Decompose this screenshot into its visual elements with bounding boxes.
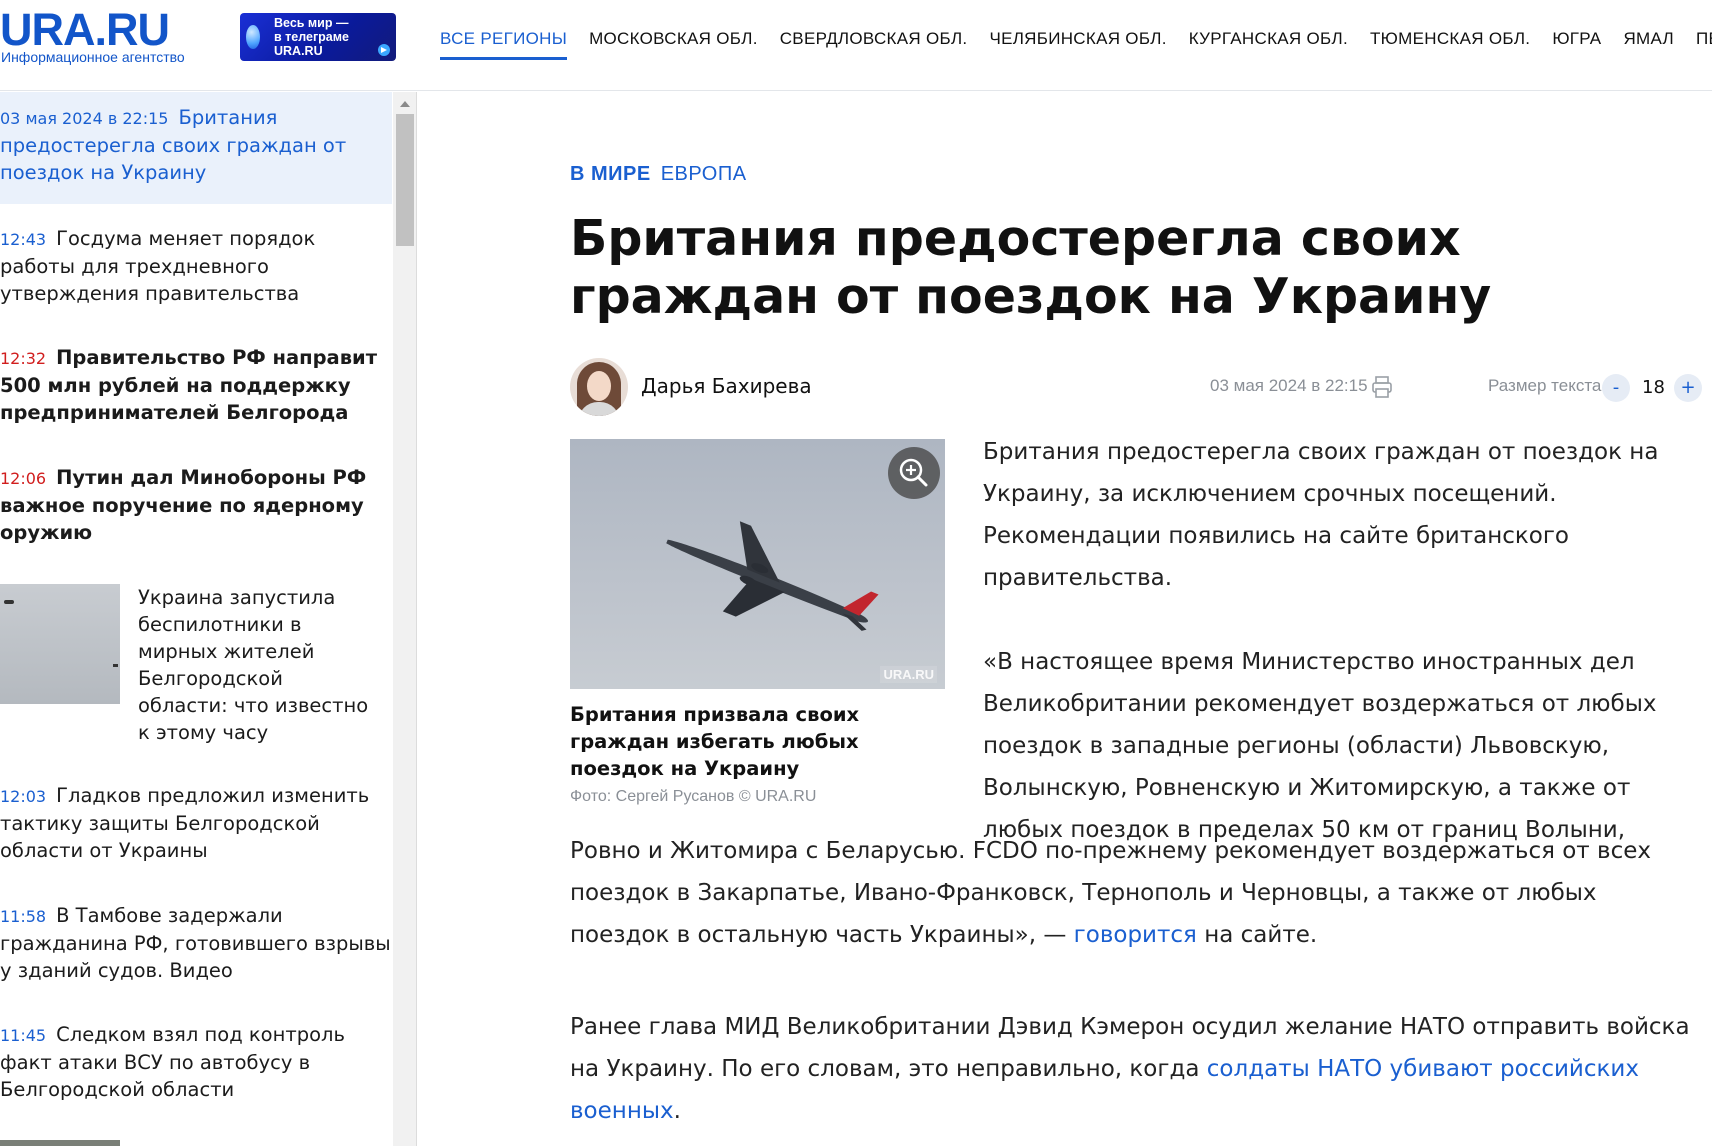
nav-item-yamal[interactable]: ЯМАЛ <box>1623 22 1674 58</box>
article-photo[interactable]: URA.RU <box>570 439 945 689</box>
list-item[interactable]: 12:06 Путин дал Минобороны РФ важное пору… <box>0 464 392 546</box>
publish-date: 03 мая 2024 в 22:15 <box>1210 376 1368 395</box>
paragraph-tail: . <box>673 1098 681 1124</box>
article-main: В МИРЕ ЕВРОПА Британия предостерегла свои… <box>418 92 1712 1146</box>
print-icon[interactable] <box>1370 375 1394 399</box>
list-item[interactable]: 03 мая 2024 в 22:15 Британия предостерегл… <box>0 92 392 204</box>
article-meta: Дарья Бахирева 03 мая 2024 в 22:15 Разме… <box>570 358 1712 418</box>
site-logo[interactable]: URA.RU Информационное агентство <box>0 6 200 66</box>
photo-credit: Фото: Сергей Русанов © URA.RU <box>570 788 817 805</box>
list-item[interactable]: 12:43 Госдума меняет порядок работы для т… <box>0 225 392 307</box>
news-title: Гладков предложил изменить тактику защит… <box>0 784 370 862</box>
news-time: 12:03 <box>0 787 47 806</box>
logo-wordmark: URA.RU <box>0 4 170 55</box>
text-size-label: Размер текста <box>1488 376 1602 395</box>
news-time: 03 мая 2024 в 22:15 <box>0 109 169 128</box>
news-title: В Тамбове задержали гражданина РФ, готов… <box>0 904 391 982</box>
news-title: Госдума меняет порядок работы для трехдн… <box>0 227 316 305</box>
news-title: Украина запустила беспилотники в мирных … <box>138 586 369 744</box>
avatar[interactable] <box>570 358 628 416</box>
zoom-button[interactable] <box>888 447 940 499</box>
zoom-in-icon <box>899 458 928 487</box>
news-feed-sidebar: 03 мая 2024 в 22:15 Британия предостерегл… <box>0 92 393 1146</box>
list-item[interactable]: 12:03 Гладков предложил изменить тактику … <box>0 782 392 864</box>
sidebar-scrollbar[interactable] <box>393 92 417 1146</box>
news-time: 11:45 <box>0 1026 47 1045</box>
telegram-promo-banner[interactable]: Весь мир — в телеграме URA.RU <box>240 13 396 61</box>
article-paragraph: Британия предостерегла своих граждан от … <box>983 439 1659 591</box>
article-paragraph-quote-end: Ровно и Житомира с Беларусью. FCDO по-пр… <box>570 830 1700 956</box>
news-thumbnail <box>0 1140 120 1146</box>
news-thumbnail <box>0 584 120 704</box>
nav-item-perm[interactable]: ПЕРМСКИЙ <box>1696 22 1712 58</box>
list-item[interactable]: 12:32 Правительство РФ направит 500 млн р… <box>0 344 392 426</box>
list-item-with-thumb[interactable]: Украина запустила беспилотники в мирных … <box>0 584 392 744</box>
article-paragraph: Ранее глава МИД Великобритании Дэвид Кэм… <box>570 1006 1700 1132</box>
article-paragraph-quote-start: «В настоящее время Министерство иностран… <box>983 649 1657 843</box>
news-title: Путин дал Минобороны РФ важное поручение… <box>0 466 367 544</box>
rubric-europe[interactable]: ЕВРОПА <box>661 163 747 185</box>
news-title: Правительство РФ направит 500 млн рублей… <box>0 346 378 424</box>
scroll-up-icon[interactable] <box>400 101 410 107</box>
telegram-icon <box>378 44 390 56</box>
list-item[interactable]: 11:58 В Тамбове задержали гражданина РФ, … <box>0 902 392 984</box>
nav-item-all-regions[interactable]: ВСЕ РЕГИОНЫ <box>440 22 568 60</box>
text-size-value: 18 <box>1642 377 1665 398</box>
article-title: Британия предостерегла своих граждан от … <box>570 210 1492 325</box>
photo-caption: Британия призвала своих граждан избегать… <box>570 703 860 780</box>
nav-item-chelyabinsk[interactable]: ЧЕЛЯБИНСКАЯ ОБЛ. <box>989 22 1166 58</box>
news-time: 12:32 <box>0 349 47 368</box>
photo-watermark: URA.RU <box>880 666 937 683</box>
breadcrumb: В МИРЕ ЕВРОПА <box>570 163 757 186</box>
text-size-increase-button[interactable]: + <box>1674 374 1702 402</box>
source-link[interactable]: говорится <box>1074 922 1197 948</box>
globe-icon <box>246 25 260 49</box>
text-size-decrease-button[interactable]: - <box>1602 374 1630 402</box>
nav-item-sverdlovsk[interactable]: СВЕРДЛОВСКАЯ ОБЛ. <box>780 22 968 58</box>
scrollbar-thumb[interactable] <box>396 114 414 246</box>
news-title: Следком взял под контроль факт атаки ВСУ… <box>0 1023 345 1101</box>
nav-item-yugra[interactable]: ЮГРА <box>1552 22 1601 58</box>
news-time: 12:43 <box>0 230 47 249</box>
nav-item-tyumen[interactable]: ТЮМЕНСКАЯ ОБЛ. <box>1370 22 1530 58</box>
region-nav: ВСЕ РЕГИОНЫ МОСКОВСКАЯ ОБЛ. СВЕРДЛОВСКАЯ… <box>440 22 1712 60</box>
quote-tail: на сайте. <box>1196 922 1318 948</box>
logo-subtitle: Информационное агентство <box>1 49 185 65</box>
list-item[interactable]: 11:45 Следком взял под контроль факт атак… <box>0 1021 392 1103</box>
nav-item-kurgan[interactable]: КУРГАНСКАЯ ОБЛ. <box>1189 22 1348 58</box>
news-time: 11:58 <box>0 907 47 926</box>
author-name[interactable]: Дарья Бахирева <box>641 374 812 398</box>
news-time: 12:06 <box>0 469 47 488</box>
rubric-world[interactable]: В МИРЕ <box>570 163 651 185</box>
site-header: URA.RU Информационное агентство Весь мир… <box>0 0 1712 91</box>
promo-text: Весь мир — в телеграме URA.RU <box>274 16 349 58</box>
nav-item-moscow[interactable]: МОСКОВСКАЯ ОБЛ. <box>589 22 758 58</box>
